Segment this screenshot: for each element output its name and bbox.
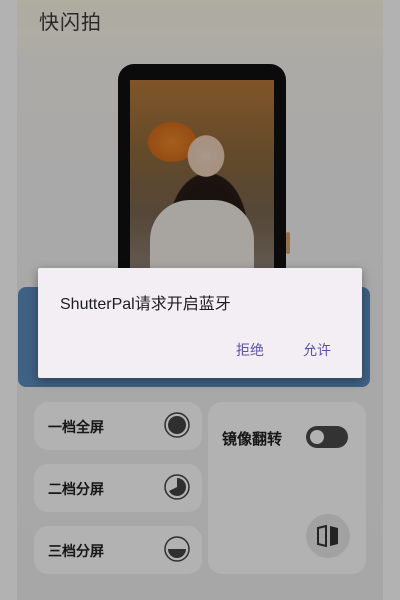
deny-button[interactable]: 拒绝: [236, 340, 264, 360]
dialog-message: ShutterPal请求开启蓝牙: [60, 296, 231, 313]
allow-button[interactable]: 允许: [303, 340, 331, 360]
bluetooth-permission-dialog: ShutterPal请求开启蓝牙 拒绝 允许: [38, 268, 362, 378]
